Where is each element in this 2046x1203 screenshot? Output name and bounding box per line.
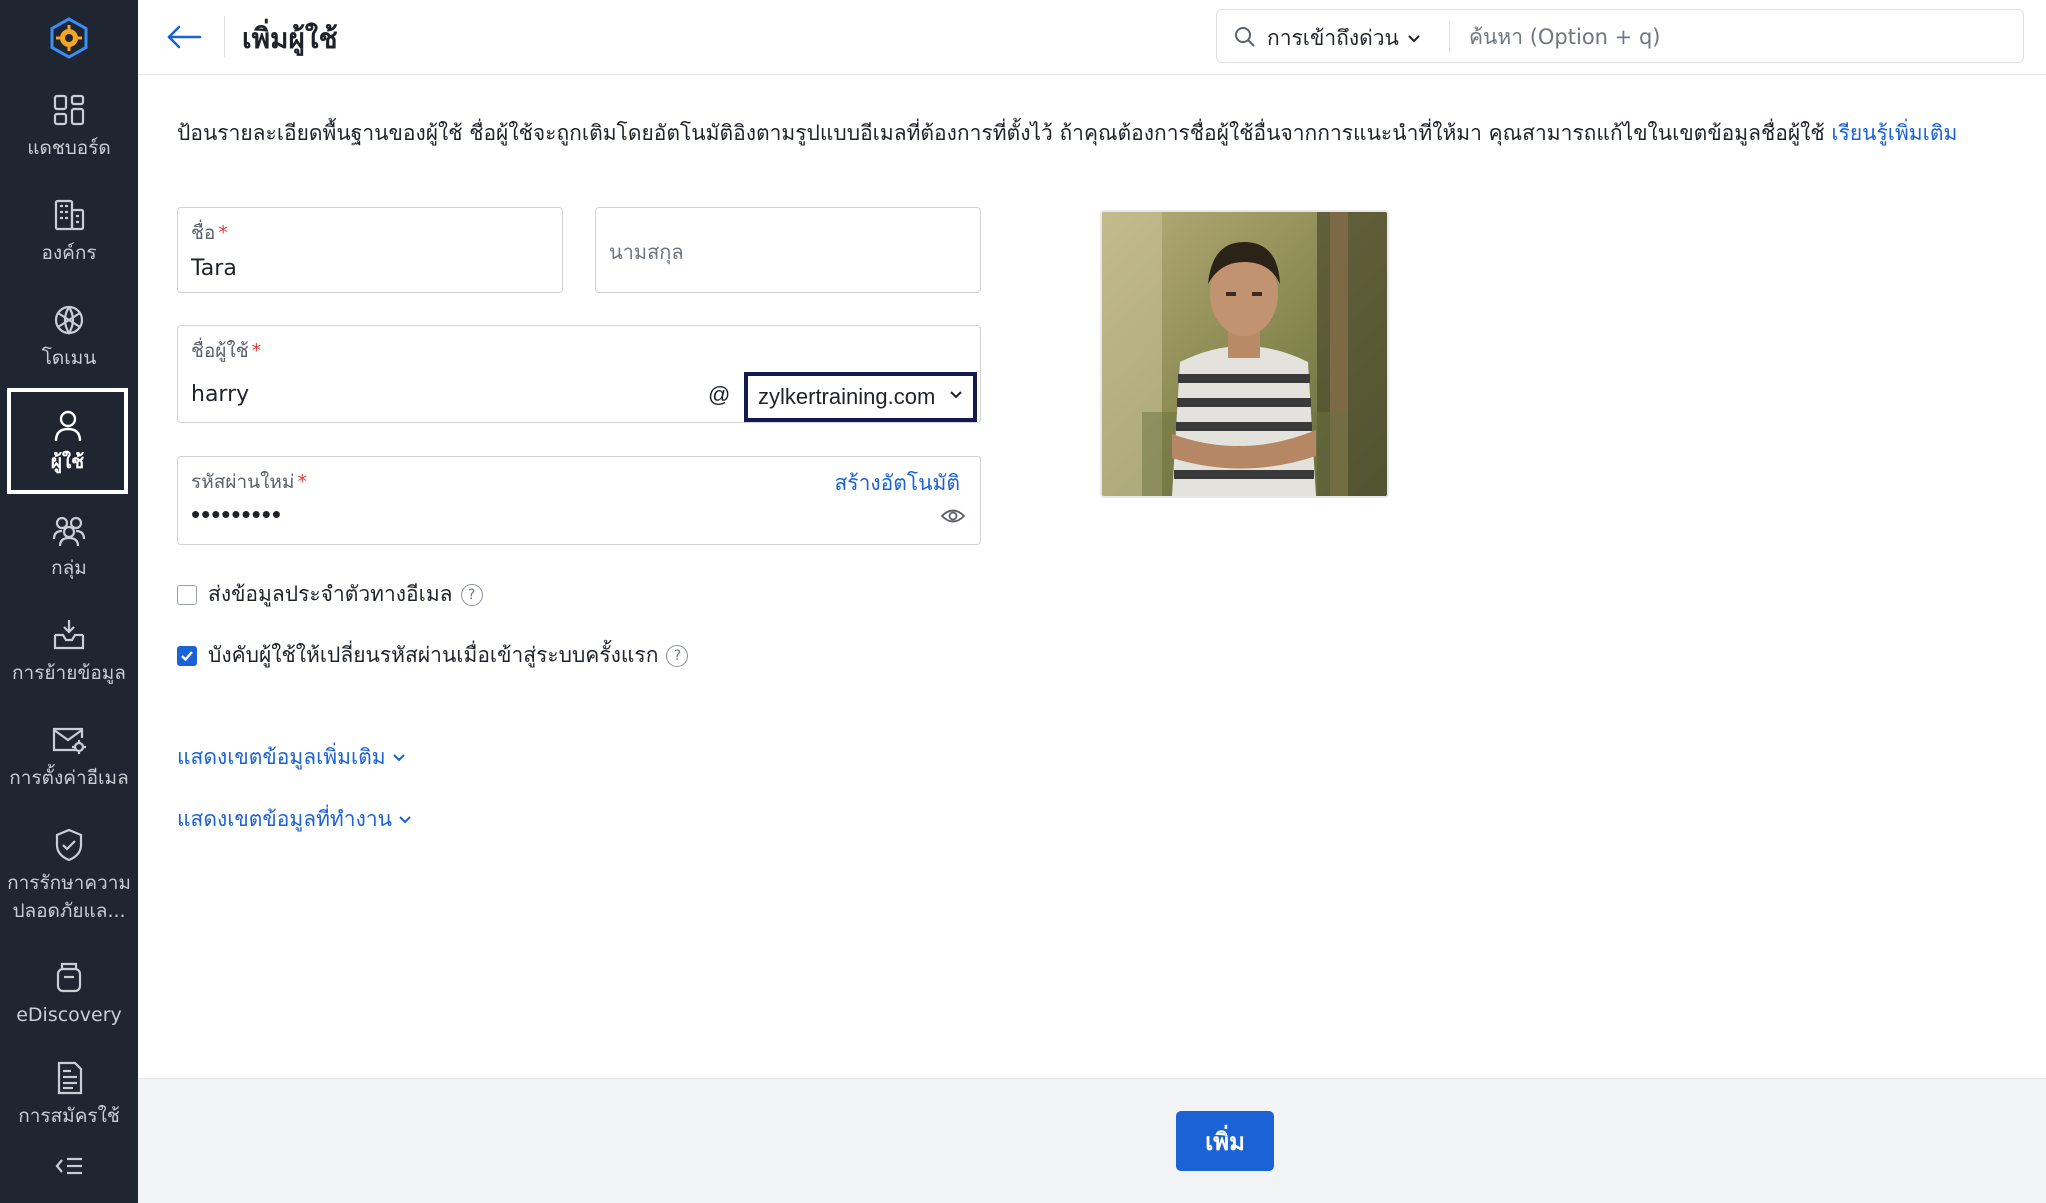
domain-value: zylkertraining.com bbox=[758, 384, 936, 409]
help-icon[interactable]: ? bbox=[666, 644, 689, 667]
sidebar-item-label: โดเมน bbox=[41, 347, 97, 369]
sidebar-item-security[interactable]: การรักษาความ ปลอดภัยแล... bbox=[0, 825, 138, 925]
username-input[interactable]: harry bbox=[191, 382, 249, 407]
group-icon bbox=[52, 516, 86, 547]
first-name-label: ชื่อ * bbox=[191, 222, 228, 244]
user-icon bbox=[54, 410, 81, 442]
force-change-label: บังคับผู้ใช้ให้เปลี่ยนรหัสผ่านเมื่อเข้าส… bbox=[208, 643, 659, 667]
required-marker: * bbox=[251, 340, 262, 362]
required-marker: * bbox=[218, 222, 228, 244]
sidebar-item-users[interactable]: ผู้ใช้ bbox=[7, 388, 128, 494]
security-shield-icon bbox=[55, 828, 83, 862]
checkmark-icon bbox=[181, 650, 193, 661]
sidebar-item-label-line1: การรักษาความ bbox=[7, 872, 131, 894]
migration-icon bbox=[53, 620, 85, 650]
last-name-field[interactable]: นามสกุล bbox=[595, 207, 981, 293]
help-icon[interactable]: ? bbox=[460, 583, 483, 606]
intro-description: ป้อนรายละเอียดพื้นฐานของผู้ใช้ ชื่อผู้ใช… bbox=[177, 121, 1825, 145]
search-bar: การเข้าถึงด่วน bbox=[1216, 9, 2024, 63]
sidebar-item-label: กลุ่ม bbox=[51, 557, 87, 579]
auto-generate-link[interactable]: สร้างอัตโนมัติ bbox=[834, 467, 960, 500]
sidebar-item-groups[interactable]: กลุ่ม bbox=[0, 510, 138, 582]
sidebar-item-label: แดชบอร์ด bbox=[27, 137, 111, 159]
last-name-placeholder: นามสกุล bbox=[609, 240, 684, 264]
sidebar-item-label: การตั้งค่าอีเมล bbox=[9, 767, 129, 789]
show-more-fields-label: แสดงเขตข้อมูลเพิ่มเติม bbox=[177, 745, 386, 769]
sidebar-item-label: องค์กร bbox=[41, 242, 97, 264]
password-input[interactable]: ••••••••• bbox=[191, 499, 282, 530]
search-icon bbox=[1235, 27, 1255, 47]
intro-text: ป้อนรายละเอียดพื้นฐานของผู้ใช้ ชื่อผู้ใช… bbox=[177, 117, 2046, 150]
add-button[interactable]: เพิ่ม bbox=[1176, 1111, 1274, 1171]
search-input[interactable] bbox=[1469, 18, 2009, 56]
mail-settings-icon bbox=[52, 727, 86, 754]
sidebar-item-subscription[interactable]: การสมัครใช้ bbox=[0, 1058, 138, 1130]
sidebar-item-label: ผู้ใช้ bbox=[50, 451, 85, 473]
at-sign: @ bbox=[708, 382, 731, 407]
force-change-row: บังคับผู้ใช้ให้เปลี่ยนรหัสผ่านเมื่อเข้าส… bbox=[177, 639, 689, 672]
first-name-value: Tara bbox=[191, 256, 237, 281]
send-credentials-row: ส่งข้อมูลประจำตัวทางอีเมล ? bbox=[177, 578, 483, 611]
send-credentials-checkbox[interactable] bbox=[177, 584, 197, 605]
footer-bar: เพิ่ม bbox=[138, 1078, 2046, 1203]
show-work-fields-label: แสดงเขตข้อมูลที่ทำงาน bbox=[177, 807, 392, 831]
chevron-down-icon bbox=[950, 391, 962, 399]
eye-icon[interactable] bbox=[940, 507, 966, 525]
back-arrow-icon bbox=[167, 25, 202, 49]
top-header: เพิ่มผู้ใช้ การเข้าถึงด่วน bbox=[138, 0, 2046, 75]
domain-icon bbox=[54, 305, 84, 336]
quick-access-label: การเข้าถึงด่วน bbox=[1267, 26, 1399, 50]
page-title: เพิ่มผู้ใช้ bbox=[242, 22, 338, 55]
username-field: ชื่อผู้ใช้ * harry @ zylkertraining.com bbox=[177, 325, 981, 423]
username-label: ชื่อผู้ใช้ * bbox=[191, 340, 262, 362]
dashboard-icon bbox=[53, 94, 85, 126]
admin-console-logo-icon[interactable] bbox=[0, 0, 138, 75]
search-separator bbox=[1449, 22, 1450, 52]
first-name-field[interactable]: ชื่อ * Tara bbox=[177, 207, 563, 293]
quick-access-dropdown[interactable]: การเข้าถึงด่วน bbox=[1267, 22, 1421, 55]
sidebar-item-domains[interactable]: โดเมน bbox=[0, 300, 138, 372]
sidebar-item-label: การสมัครใช้ bbox=[18, 1105, 120, 1127]
sidebar-item-dashboard[interactable]: แดชบอร์ด bbox=[0, 90, 138, 162]
send-credentials-label: ส่งข้อมูลประจำตัวทางอีเมล bbox=[208, 582, 453, 606]
ediscovery-icon bbox=[56, 962, 82, 993]
sidebar-item-migration[interactable]: การย้ายข้อมูล bbox=[0, 615, 138, 687]
sidebar-item-mail-settings[interactable]: การตั้งค่าอีเมล bbox=[0, 720, 138, 792]
force-change-checkbox[interactable] bbox=[177, 645, 197, 666]
header-divider bbox=[224, 16, 225, 58]
sidebar-item-label: eDiscovery bbox=[16, 1004, 122, 1026]
show-more-fields-link[interactable]: แสดงเขตข้อมูลเพิ่มเติม bbox=[177, 741, 406, 774]
sidebar-item-label: การย้ายข้อมูล bbox=[12, 662, 126, 684]
organization-icon bbox=[54, 199, 85, 231]
chevron-down-icon bbox=[1408, 34, 1420, 42]
sidebar-item-ediscovery[interactable]: eDiscovery bbox=[0, 957, 138, 1029]
password-label: รหัสผ่านใหม่ * bbox=[191, 471, 307, 493]
profile-photo[interactable] bbox=[1100, 210, 1389, 498]
collapse-icon bbox=[55, 1157, 82, 1175]
profile-photo-image bbox=[1102, 212, 1387, 496]
required-marker: * bbox=[297, 471, 307, 493]
domain-dropdown[interactable]: zylkertraining.com bbox=[744, 372, 977, 422]
collapse-sidebar-button[interactable] bbox=[0, 1148, 138, 1184]
sidebar: แดชบอร์ด องค์กร โดเมน ผู้ใช้ กลุ่ม การย้… bbox=[0, 0, 138, 1203]
sidebar-item-organization[interactable]: องค์กร bbox=[0, 195, 138, 267]
back-button[interactable] bbox=[162, 16, 206, 58]
password-field: รหัสผ่านใหม่ * สร้างอัตโนมัติ ••••••••• bbox=[177, 456, 981, 545]
chevron-down-icon bbox=[399, 815, 411, 823]
sidebar-item-label-line2: ปลอดภัยแล... bbox=[12, 900, 126, 922]
subscription-icon bbox=[57, 1061, 83, 1095]
chevron-down-icon bbox=[392, 753, 405, 761]
learn-more-link[interactable]: เรียนรู้เพิ่มเติม bbox=[1831, 121, 1957, 145]
show-work-fields-link[interactable]: แสดงเขตข้อมูลที่ทำงาน bbox=[177, 803, 412, 836]
